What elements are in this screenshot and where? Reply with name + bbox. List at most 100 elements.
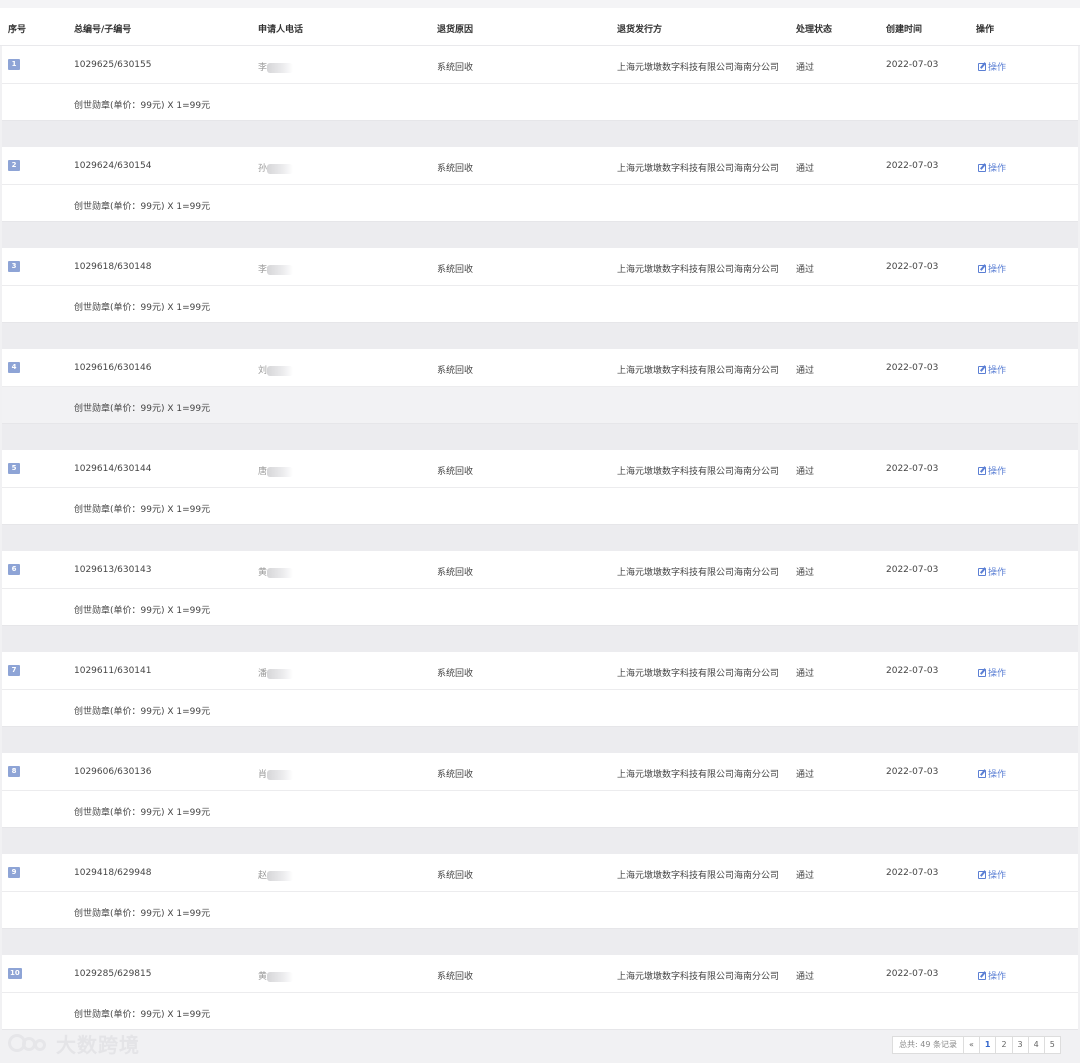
edit-icon	[978, 568, 986, 576]
operate-link[interactable]: 操作	[978, 868, 1006, 881]
return-issuer: 上海元墩墩数字科技有限公司海南分公司	[617, 972, 780, 982]
item-detail: 创世勋章(单价：99元) X 1=99元	[74, 202, 211, 212]
order-number: 1029625/630155	[74, 60, 152, 70]
process-status: 通过	[796, 366, 815, 376]
table-record: 2 1029624/630154 孙 系统回收 上海元墩墩数字科技有限公司海南分公司 通过…	[2, 147, 1078, 248]
watermark: 大数跨境	[8, 1030, 140, 1057]
order-number: 1029418/629948	[74, 868, 152, 878]
return-issuer: 上海元墩墩数字科技有限公司海南分公司	[617, 164, 780, 174]
created-time: 2022-07-03	[886, 868, 939, 878]
item-detail: 创世勋章(单价：99元) X 1=99元	[74, 1010, 211, 1020]
item-detail: 创世勋章(单价：99元) X 1=99元	[74, 404, 211, 414]
pagination-page-4[interactable]: 4	[1027, 1037, 1044, 1053]
table-subrow: 创世勋章(单价：99元) X 1=99元	[2, 791, 1078, 828]
item-detail: 创世勋章(单价：99元) X 1=99元	[74, 606, 211, 616]
process-status: 通过	[796, 164, 815, 174]
redacted-blur	[267, 668, 294, 679]
redacted-blur	[267, 163, 294, 174]
edit-icon	[978, 366, 986, 374]
return-issuer: 上海元墩墩数字科技有限公司海南分公司	[617, 770, 780, 780]
return-issuer: 上海元墩墩数字科技有限公司海南分公司	[617, 63, 780, 73]
applicant-phone: 黄	[258, 969, 294, 982]
process-status: 通过	[796, 568, 815, 578]
header-created: 创建时间	[886, 25, 923, 35]
row-index-badge: 8	[8, 766, 20, 777]
header-order-no: 总编号/子编号	[74, 25, 132, 35]
return-reason: 系统回收	[437, 164, 474, 174]
row-index-badge: 4	[8, 362, 20, 373]
applicant-phone: 李	[258, 60, 294, 73]
return-reason: 系统回收	[437, 871, 474, 881]
applicant-phone: 孙	[258, 161, 294, 174]
operate-link[interactable]: 操作	[978, 262, 1006, 275]
item-detail: 创世勋章(单价：99元) X 1=99元	[74, 707, 211, 717]
process-status: 通过	[796, 467, 815, 477]
table-record: 3 1029618/630148 李 系统回收 上海元墩墩数字科技有限公司海南分公司 通过…	[2, 248, 1078, 349]
edit-icon	[978, 770, 986, 778]
operate-link[interactable]: 操作	[978, 161, 1006, 174]
row-separator	[2, 525, 1078, 551]
return-issuer: 上海元墩墩数字科技有限公司海南分公司	[617, 871, 780, 881]
table-record: 6 1029613/630143 黄 系统回收 上海元墩墩数字科技有限公司海南分公司 通过…	[2, 551, 1078, 652]
table-subrow: 创世勋章(单价：99元) X 1=99元	[2, 185, 1078, 222]
table-record: 1 1029625/630155 李 系统回收 上海元墩墩数字科技有限公司海南分公司 通过…	[2, 46, 1078, 147]
return-reason: 系统回收	[437, 669, 474, 679]
table-subrow: 创世勋章(单价：99元) X 1=99元	[2, 589, 1078, 626]
table-row: 2 1029624/630154 孙 系统回收 上海元墩墩数字科技有限公司海南分公司 通过…	[2, 147, 1078, 185]
header-status: 处理状态	[796, 25, 833, 35]
row-index-badge: 6	[8, 564, 20, 575]
operate-link[interactable]: 操作	[978, 666, 1006, 679]
applicant-phone: 赵	[258, 868, 294, 881]
pagination-page-5[interactable]: 5	[1043, 1037, 1060, 1053]
pagination-page-3[interactable]: 3	[1011, 1037, 1028, 1053]
return-reason: 系统回收	[437, 467, 474, 477]
table-subrow: 创世勋章(单价：99元) X 1=99元	[2, 892, 1078, 929]
header-issuer: 退货发行方	[617, 25, 663, 35]
edit-icon	[978, 265, 986, 273]
pagination-page-2[interactable]: 2	[995, 1037, 1012, 1053]
order-number: 1029285/629815	[74, 969, 152, 979]
process-status: 通过	[796, 972, 815, 982]
return-reason: 系统回收	[437, 265, 474, 275]
operate-link[interactable]: 操作	[978, 363, 1006, 376]
created-time: 2022-07-03	[886, 666, 939, 676]
item-detail: 创世勋章(单价：99元) X 1=99元	[74, 909, 211, 919]
pagination-page-1[interactable]: 1	[978, 1037, 996, 1053]
table-subrow: 创世勋章(单价：99元) X 1=99元	[2, 690, 1078, 727]
created-time: 2022-07-03	[886, 969, 939, 979]
edit-icon	[978, 669, 986, 677]
edit-icon	[978, 63, 986, 71]
pagination-prev-button[interactable]: «	[962, 1037, 979, 1053]
operate-link[interactable]: 操作	[978, 565, 1006, 578]
operate-link[interactable]: 操作	[978, 969, 1006, 982]
return-issuer: 上海元墩墩数字科技有限公司海南分公司	[617, 265, 780, 275]
pagination: 总共: 49 条记录 « 1 2 3 4 5	[892, 1036, 1061, 1054]
edit-icon	[978, 871, 986, 879]
order-number: 1029618/630148	[74, 262, 152, 272]
created-time: 2022-07-03	[886, 262, 939, 272]
order-number: 1029624/630154	[74, 161, 152, 171]
table-row: 7 1029611/630141 潘 系统回收 上海元墩墩数字科技有限公司海南分公司 通过…	[2, 652, 1078, 690]
created-time: 2022-07-03	[886, 161, 939, 171]
operate-link[interactable]: 操作	[978, 767, 1006, 780]
operate-link[interactable]: 操作	[978, 60, 1006, 73]
row-separator	[2, 424, 1078, 450]
table-record: 8 1029606/630136 肖 系统回收 上海元墩墩数字科技有限公司海南分公司 通过…	[2, 753, 1078, 854]
table-subrow: 创世勋章(单价：99元) X 1=99元	[2, 286, 1078, 323]
process-status: 通过	[796, 871, 815, 881]
operate-link[interactable]: 操作	[978, 464, 1006, 477]
return-reason: 系统回收	[437, 770, 474, 780]
item-detail: 创世勋章(单价：99元) X 1=99元	[74, 808, 211, 818]
item-detail: 创世勋章(单价：99元) X 1=99元	[74, 505, 211, 515]
return-reason: 系统回收	[437, 568, 474, 578]
created-time: 2022-07-03	[886, 565, 939, 575]
return-issuer: 上海元墩墩数字科技有限公司海南分公司	[617, 366, 780, 376]
table-row: 6 1029613/630143 黄 系统回收 上海元墩墩数字科技有限公司海南分公司 通过…	[2, 551, 1078, 589]
created-time: 2022-07-03	[886, 60, 939, 70]
redacted-blur	[267, 769, 294, 780]
redacted-blur	[267, 365, 294, 376]
table-row: 1 1029625/630155 李 系统回收 上海元墩墩数字科技有限公司海南分公司 通过…	[2, 46, 1078, 84]
item-detail: 创世勋章(单价：99元) X 1=99元	[74, 101, 211, 111]
header-applicant: 申请人电话	[258, 25, 304, 35]
table-row: 8 1029606/630136 肖 系统回收 上海元墩墩数字科技有限公司海南分公司 通过…	[2, 753, 1078, 791]
